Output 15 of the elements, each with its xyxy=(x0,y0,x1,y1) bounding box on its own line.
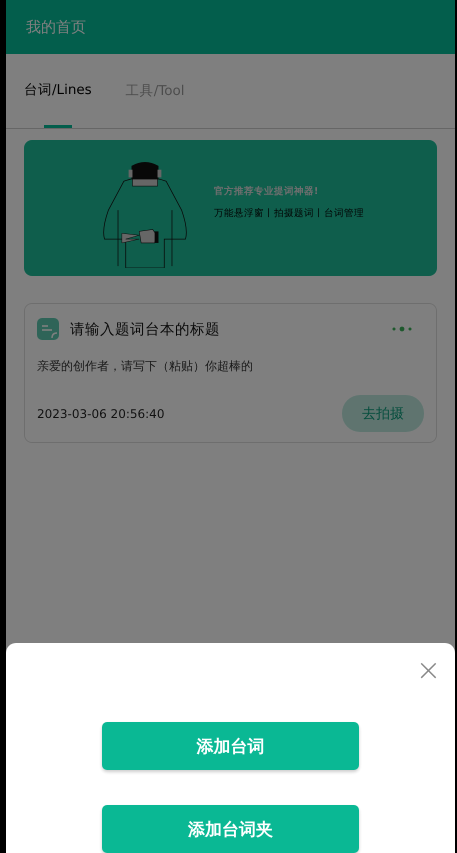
tab[interactable]: 台词/Lines xyxy=(24,54,92,128)
page-title: 我的首页 xyxy=(26,18,86,36)
script-card[interactable]: 请输入题词台本的标题 亲爱的创作者，请写下（粘贴）你超棒的 2023-03-06 20:56:40 去拍摄 xyxy=(24,303,437,443)
promo-banner[interactable]: 官方推荐专业提词神器! 万能悬浮窗丨拍摄题词丨台词管理 xyxy=(24,140,437,276)
script-title: 请输入题词台本的标题 xyxy=(70,320,221,338)
add-button[interactable]: 添加台词 xyxy=(102,722,359,770)
script-date: 2023-03-06 20:56:40 xyxy=(37,406,164,420)
banner-subtitle: 万能悬浮窗丨拍摄题词丨台词管理 xyxy=(214,206,364,220)
add-button[interactable]: 添加台词夹 xyxy=(102,805,359,853)
script-preview: 亲爱的创作者，请写下（粘贴）你超棒的 xyxy=(37,358,254,375)
banner-title: 官方推荐专业提词神器! xyxy=(214,184,320,198)
close-button[interactable]: × xyxy=(412,655,445,687)
more-icon[interactable] xyxy=(392,326,412,332)
shoot-button[interactable]: 去拍摄 xyxy=(342,395,424,432)
note-icon xyxy=(37,318,59,340)
